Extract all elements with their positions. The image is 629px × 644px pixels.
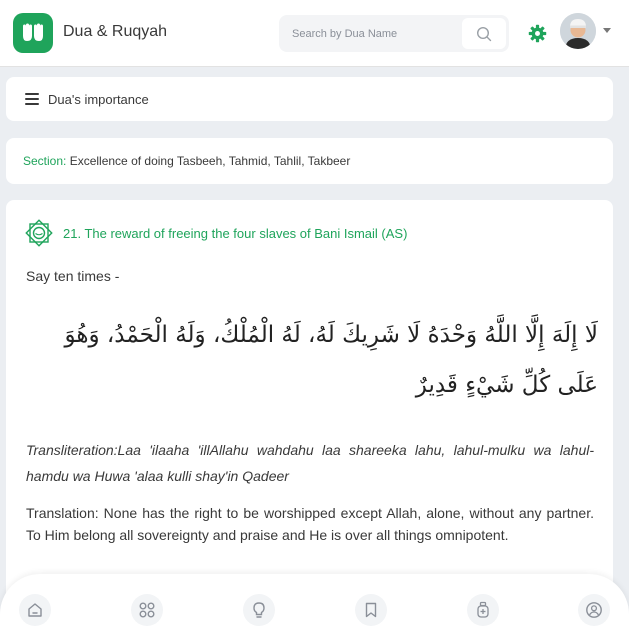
dua-importance-bar[interactable]: Dua's importance bbox=[6, 77, 613, 121]
dua-title: 21. The reward of freeing the four slave… bbox=[63, 226, 408, 241]
search-box bbox=[279, 15, 509, 52]
app-title: Dua & Ruqyah bbox=[63, 23, 168, 40]
transliteration-text: Transliteration:Laa 'ilaaha 'illAllahu w… bbox=[26, 442, 594, 484]
importance-label: Dua's importance bbox=[48, 92, 149, 107]
bookmark-icon bbox=[365, 602, 377, 618]
bulb-icon bbox=[253, 602, 265, 618]
nav-categories[interactable] bbox=[131, 594, 163, 626]
dua-instruction: Say ten times - bbox=[26, 268, 120, 284]
section-text: Section: Excellence of doing Tasbeeh, Ta… bbox=[23, 154, 350, 168]
bottom-nav bbox=[0, 574, 629, 644]
ruqyah-icon bbox=[477, 601, 489, 618]
profile-icon bbox=[586, 602, 602, 618]
menu-icon[interactable] bbox=[25, 93, 39, 105]
nav-profile[interactable] bbox=[578, 594, 610, 626]
hands-icon[interactable] bbox=[13, 13, 53, 53]
chevron-down-icon[interactable] bbox=[603, 28, 611, 33]
search-input[interactable] bbox=[279, 15, 462, 52]
nav-home[interactable] bbox=[19, 594, 51, 626]
arabic-text: لَا إِلَهَ إِلَّا اللَّهُ وَحْدَهُ لَا ش… bbox=[64, 322, 598, 398]
nav-ruqyah[interactable] bbox=[467, 594, 499, 626]
search-button[interactable] bbox=[462, 18, 506, 49]
translation-text: Translation: None has the right to be wo… bbox=[26, 505, 594, 543]
section-value: Excellence of doing Tasbeeh, Tahmid, Tah… bbox=[69, 154, 351, 168]
home-icon bbox=[28, 603, 42, 617]
duas-badge-icon bbox=[25, 219, 53, 247]
gear-icon[interactable] bbox=[528, 24, 547, 43]
avatar[interactable] bbox=[560, 13, 596, 49]
grid-icon bbox=[139, 602, 155, 618]
top-header: Dua & Ruqyah bbox=[0, 0, 629, 67]
section-card: Section: Excellence of doing Tasbeeh, Ta… bbox=[6, 138, 613, 184]
nav-memorize[interactable] bbox=[243, 594, 275, 626]
nav-bookmarks[interactable] bbox=[355, 594, 387, 626]
section-key: Section: bbox=[23, 154, 67, 168]
search-icon bbox=[476, 26, 492, 41]
